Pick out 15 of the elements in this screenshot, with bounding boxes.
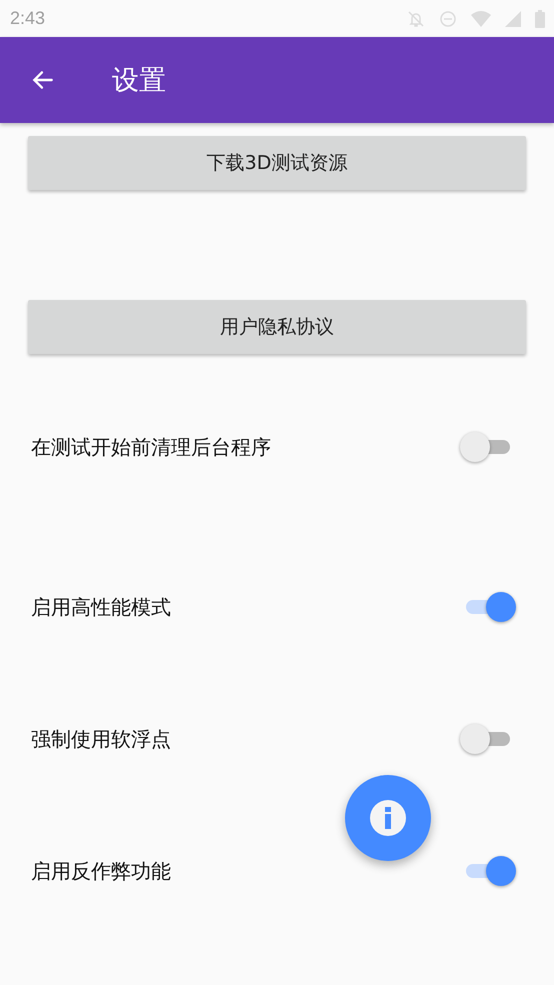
setting-label: 在测试开始前清理后台程序 — [31, 434, 271, 460]
setting-label: 强制使用软浮点 — [31, 726, 171, 752]
info-button[interactable] — [345, 775, 431, 861]
do-not-disturb-icon — [438, 8, 458, 28]
battery-icon — [534, 8, 546, 28]
screen-title: 设置 — [112, 64, 166, 98]
status-time: 2:43 — [10, 8, 46, 29]
info-icon — [369, 799, 407, 837]
setting-label: 启用反作弊功能 — [31, 858, 171, 884]
wifi-icon — [470, 8, 492, 28]
setting-label: 启用高性能模式 — [31, 594, 171, 620]
notifications-off-icon — [406, 8, 426, 28]
action-button[interactable]: 下载3D测试资源 — [28, 136, 526, 190]
action-button[interactable]: 用户隐私协议 — [28, 300, 526, 354]
signal-icon — [504, 10, 522, 28]
